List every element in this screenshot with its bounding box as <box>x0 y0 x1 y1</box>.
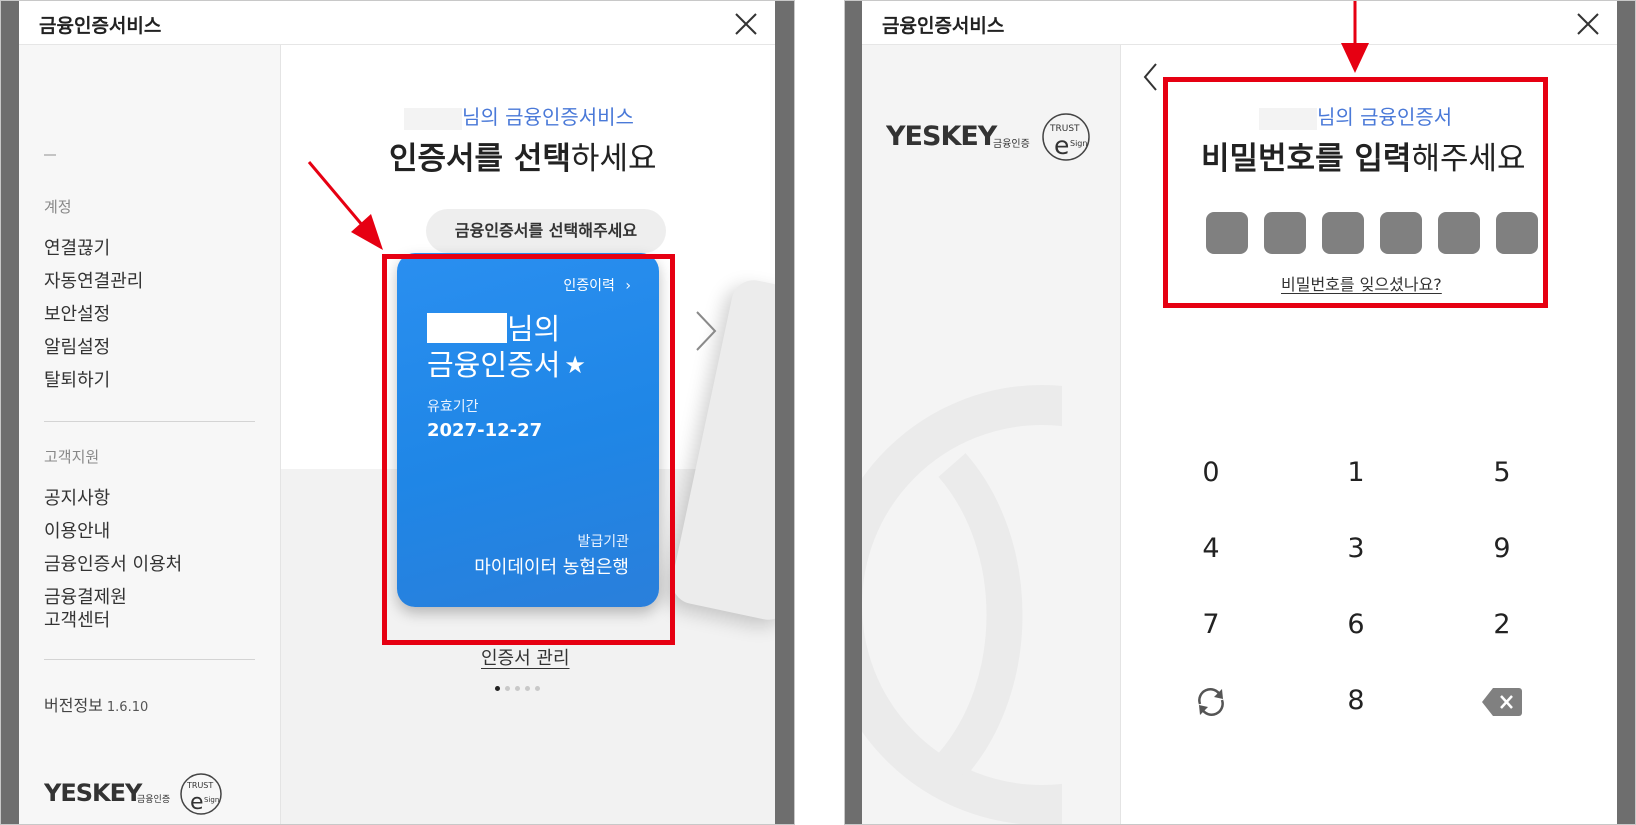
close-icon[interactable] <box>1573 9 1603 39</box>
background-right-edge <box>1617 1 1635 824</box>
refresh-keypad-button[interactable] <box>1171 676 1251 726</box>
background-right-edge <box>775 1 794 824</box>
svg-text:금융인증: 금융인증 <box>993 138 1030 150</box>
arrow-icon <box>1341 1 1369 73</box>
svg-text:e: e <box>1054 131 1069 160</box>
sidebar-item-notices[interactable]: 공지사항 <box>44 487 110 510</box>
page-dot[interactable] <box>505 686 510 691</box>
support-header: 고객지원 <box>44 448 100 466</box>
titlebar: 금융인증서비스 <box>19 1 775 45</box>
sidebar-item-withdraw[interactable]: 탈퇴하기 <box>44 369 110 392</box>
highlight-box <box>382 254 675 645</box>
sidebar-item-notifications[interactable]: 알림설정 <box>44 336 110 359</box>
highlight-box <box>1163 77 1548 308</box>
redacted-name <box>404 107 462 130</box>
sidebar-item-auto-connect[interactable]: 자동연결관리 <box>44 270 143 293</box>
keypad-key[interactable]: 5 <box>1462 448 1542 498</box>
arrow-icon <box>307 161 383 250</box>
page-dot[interactable] <box>495 686 500 691</box>
page-title: 인증서를 선택하세요 <box>389 133 656 178</box>
user-subtitle: 님의 금융인증서비스 <box>404 101 634 130</box>
version-number: 1.6.10 <box>106 700 149 715</box>
refresh-icon <box>1198 687 1224 716</box>
keypad-key[interactable]: 4 <box>1171 524 1251 574</box>
page-dot[interactable] <box>525 686 530 691</box>
titlebar: 금융인증서비스 <box>862 1 1617 45</box>
svg-text:YESKEY: YESKEY <box>886 121 998 152</box>
sidebar-item-security[interactable]: 보안설정 <box>44 303 110 326</box>
background-left-edge <box>1 1 19 824</box>
sidebar-item-usage-places[interactable]: 금융인증서 이용처 <box>44 553 182 576</box>
heading-rest: 하세요 <box>570 141 657 177</box>
sidebar-item-disconnect[interactable]: 연결끊기 <box>44 237 110 260</box>
sidebar-item-label: 고객센터 <box>44 610 111 631</box>
next-certificate-card[interactable] <box>668 276 775 624</box>
version-label: 버전정보 <box>44 696 103 715</box>
back-chevron-icon[interactable] <box>1141 61 1161 93</box>
backspace-button[interactable] <box>1462 676 1542 726</box>
account-header: 계정 <box>44 198 72 216</box>
divider <box>44 421 255 422</box>
keypad-key[interactable]: 9 <box>1462 524 1542 574</box>
divider <box>44 659 255 660</box>
sidebar: YESKEY 금융인증 TRUST e Sign <box>862 45 1121 824</box>
sidebar: 계정 연결끊기 자동연결관리 보안설정 알림설정 탈퇴하기 고객지원 공지사항 … <box>19 45 281 824</box>
svg-text:금융인증: 금융인증 <box>137 794 170 805</box>
window-title: 금융인증서비스 <box>39 15 162 37</box>
keypad-key[interactable]: 2 <box>1462 600 1542 650</box>
heading-bold: 인증서를 선택 <box>389 141 571 177</box>
yeskey-logo: YESKEY 금융인증 TRUST e Sign <box>44 773 222 815</box>
subtitle-text: 님의 금융인증서비스 <box>462 105 634 129</box>
keypad-key[interactable]: 0 <box>1171 448 1251 498</box>
watermark-graphic <box>862 385 1062 824</box>
left-screenshot: 금융인증서비스 계정 연결끊기 자동연결관리 보안설정 알림설정 탈퇴하기 고객… <box>0 0 795 825</box>
background-left-edge <box>845 1 862 824</box>
window-title: 금융인증서비스 <box>882 15 1005 37</box>
svg-text:TRUST: TRUST <box>186 781 213 790</box>
keypad-key[interactable]: 7 <box>1171 600 1251 650</box>
backspace-icon <box>1482 687 1522 716</box>
close-icon[interactable] <box>731 9 761 39</box>
keypad-key[interactable]: 1 <box>1316 448 1396 498</box>
page-dot[interactable] <box>515 686 520 691</box>
pager <box>495 686 545 692</box>
version-info: 버전정보 1.6.10 <box>44 692 148 716</box>
keypad-key[interactable]: 8 <box>1316 676 1396 726</box>
sidebar-item-guide[interactable]: 이용안내 <box>44 520 110 543</box>
select-prompt-pill: 금융인증서를 선택해주세요 <box>426 209 666 253</box>
svg-text:Sign: Sign <box>204 796 219 804</box>
keypad-key[interactable]: 6 <box>1316 600 1396 650</box>
yeskey-logo: YESKEY 금융인증 TRUST e Sign <box>886 113 1090 161</box>
svg-text:e: e <box>190 790 204 815</box>
right-screenshot: 금융인증서비스 YESKEY 금융인증 TRUST e Sign 님의 금융인증… <box>844 0 1636 825</box>
cert-manage-link[interactable]: 인증서 관리 <box>481 644 570 670</box>
svg-text:Sign: Sign <box>1070 139 1087 148</box>
svg-text:YESKEY: YESKEY <box>44 779 143 807</box>
page-dot[interactable] <box>535 686 540 691</box>
sidebar-item-kftc[interactable]: 금융결제원 고객센터 <box>44 586 127 632</box>
divider <box>44 154 56 156</box>
keypad-key[interactable]: 3 <box>1316 524 1396 574</box>
sidebar-item-label: 금융결제원 <box>44 587 127 608</box>
chevron-right-icon[interactable] <box>691 308 721 354</box>
